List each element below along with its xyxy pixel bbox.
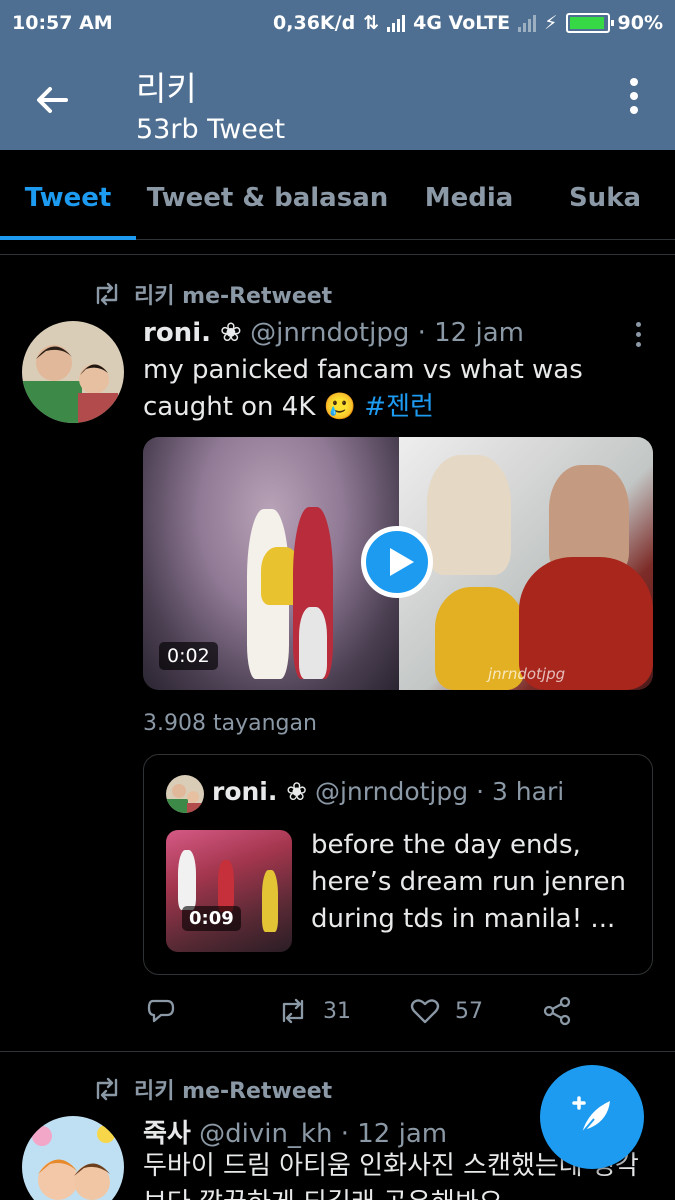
quoted-video-thumbnail: 0:09 — [166, 830, 292, 952]
profile-name: 리키 — [136, 69, 197, 108]
battery-percent: 90% — [617, 12, 663, 34]
retweet-icon — [96, 282, 118, 306]
quoted-avatar — [166, 775, 204, 813]
avatar-image — [22, 321, 124, 423]
data-transfer-icon: ⇅ — [363, 12, 380, 34]
quoted-tweet[interactable]: roni. ❀ @jnrndotjpg · 3 hari 0:09 before… — [143, 754, 653, 975]
back-arrow-icon[interactable] — [30, 78, 74, 122]
retweet-indicator: 리키 me-Retweet — [92, 1073, 332, 1105]
retweet-label: 리키 me-Retweet — [134, 284, 333, 309]
retweet-label: 리키 me-Retweet — [134, 1079, 333, 1104]
share-icon — [543, 996, 571, 1026]
tweet-time: · 12 jam — [417, 318, 524, 348]
view-count: 3.908 tayangan — [143, 711, 317, 736]
author-handle[interactable]: @jnrndotjpg — [250, 318, 409, 348]
tweet-video[interactable]: 0:02 jnrndotjpg — [143, 437, 653, 690]
tweet-author: 죽사 @divin_kh · 12 jam — [143, 1113, 447, 1150]
avatar[interactable] — [22, 1116, 124, 1200]
quoted-text: before the day ends, here’s dream run je… — [311, 830, 627, 934]
tab-tweet-replies[interactable]: Tweet & balasan — [145, 150, 390, 240]
tweet-more-icon[interactable] — [633, 322, 643, 350]
reply-button[interactable] — [145, 995, 177, 1027]
quoted-author-name: roni. ❀ — [212, 777, 308, 806]
author-name[interactable]: 죽사 — [143, 1119, 191, 1149]
heart-icon — [410, 999, 440, 1024]
tweet-divider — [0, 1051, 675, 1052]
compose-feather-icon — [572, 1096, 610, 1134]
quoted-time: · 3 hari — [476, 777, 565, 806]
compose-tweet-button[interactable] — [540, 1065, 644, 1169]
retweet-count: 31 — [323, 998, 351, 1024]
retweet-icon — [282, 998, 304, 1024]
quoted-video-duration: 0:09 — [182, 906, 241, 931]
author-name[interactable]: roni. ❀ — [143, 318, 242, 348]
tweet-actions: 31 57 — [143, 995, 653, 1035]
status-bar: 10:57 AM 0,36K/d ⇅ 4G VoLTE ⚡ 90% — [0, 0, 675, 50]
play-button[interactable] — [361, 526, 433, 598]
reply-icon — [147, 999, 175, 1023]
quoted-author: roni. ❀ @jnrndotjpg · 3 hari — [212, 777, 564, 806]
video-watermark: jnrndotjpg — [488, 665, 566, 683]
video-duration: 0:02 — [159, 642, 218, 670]
retweet-indicator: 리키 me-Retweet — [92, 278, 332, 310]
network-type: 4G VoLTE — [413, 12, 511, 34]
author-handle[interactable]: @divin_kh — [199, 1119, 332, 1149]
tweet-body: my panicked fancam vs what was caught on… — [143, 355, 583, 422]
video-frame-right — [399, 437, 653, 690]
tab-tweet[interactable]: Tweet — [0, 150, 136, 240]
signal-secondary-icon — [518, 14, 537, 32]
tab-media[interactable]: Media — [405, 150, 533, 240]
like-count: 57 — [455, 998, 483, 1024]
battery-icon — [565, 13, 614, 33]
status-icons: 0,36K/d ⇅ 4G VoLTE ⚡ 90% — [273, 12, 663, 34]
avatar-image — [22, 1116, 124, 1200]
tab-likes[interactable]: Suka — [550, 150, 660, 240]
tweet-text: my panicked fancam vs what was caught on… — [143, 352, 653, 426]
like-button[interactable]: 57 — [409, 995, 483, 1027]
retweet-button[interactable]: 31 — [277, 995, 351, 1027]
charging-icon: ⚡ — [544, 12, 558, 34]
tweet-author: roni. ❀ @jnrndotjpg · 12 jam — [143, 318, 524, 348]
quoted-author-handle: @jnrndotjpg — [314, 777, 469, 806]
status-time: 10:57 AM — [12, 12, 113, 34]
retweet-icon — [96, 1077, 118, 1101]
signal-icon — [387, 14, 406, 32]
tweet-count: 53rb Tweet — [136, 114, 286, 145]
avatar[interactable] — [22, 321, 124, 423]
profile-tabs: Tweet Tweet & balasan Media Suka — [0, 150, 675, 240]
hashtag-link[interactable]: #젠런 — [364, 392, 434, 422]
share-button[interactable] — [541, 995, 573, 1027]
tweet-time: · 12 jam — [340, 1119, 448, 1149]
profile-header: 리키 53rb Tweet — [0, 50, 675, 150]
network-speed: 0,36K/d — [273, 12, 356, 34]
divider — [0, 254, 675, 255]
more-options-icon[interactable] — [629, 78, 639, 118]
